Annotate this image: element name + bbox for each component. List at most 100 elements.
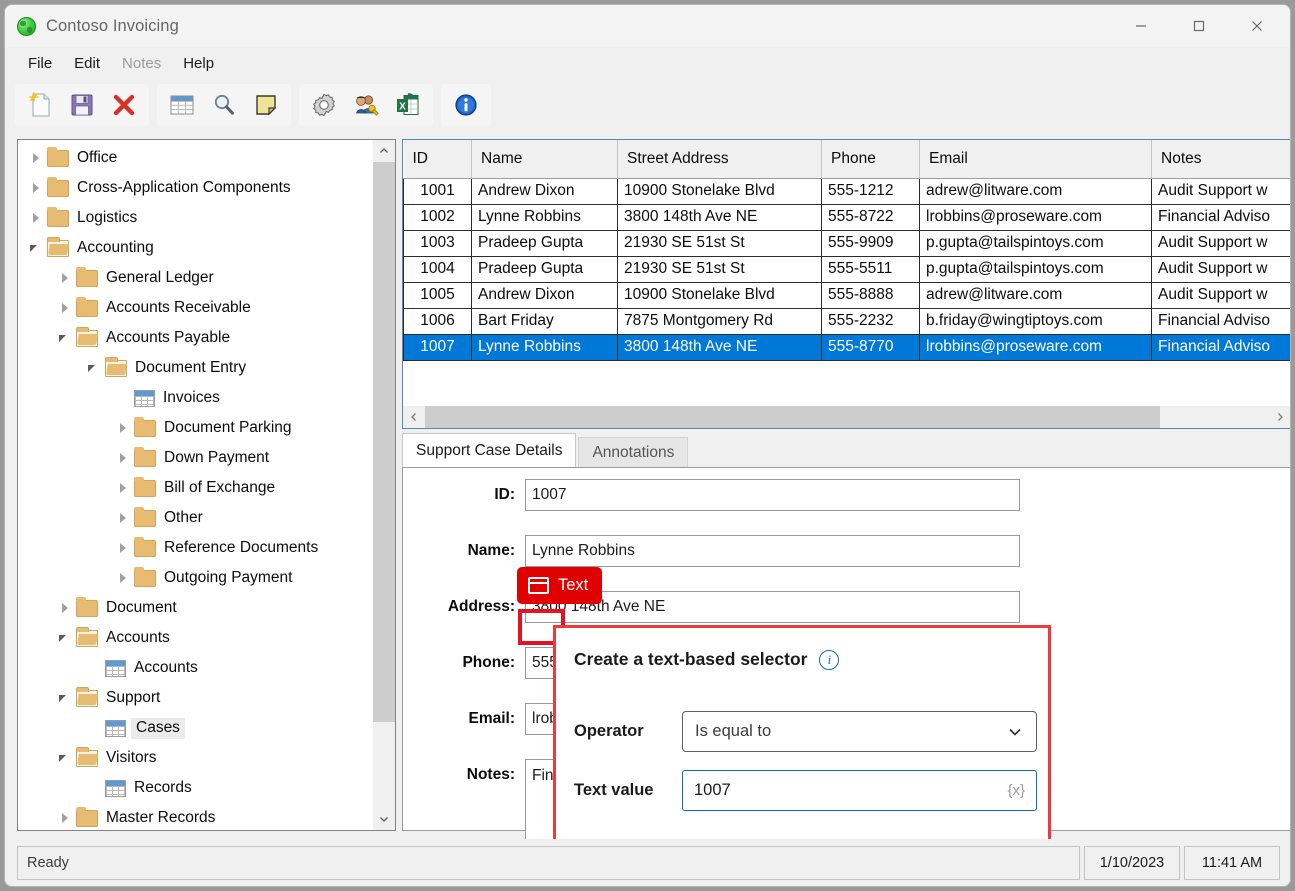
cell-phone[interactable]: 555-9909 bbox=[822, 230, 920, 256]
cell-address[interactable]: 21930 SE 51st St bbox=[618, 256, 822, 282]
tree-twisty-icon[interactable] bbox=[28, 180, 44, 196]
table-row[interactable]: 1001Andrew Dixon10900 Stonelake Blvd555-… bbox=[404, 178, 1292, 204]
tree-item[interactable]: Down Payment bbox=[18, 443, 373, 473]
tab-annotations[interactable]: Annotations bbox=[578, 437, 688, 467]
cell-name[interactable]: Pradeep Gupta bbox=[472, 230, 618, 256]
tree-item[interactable]: Accounting bbox=[18, 233, 373, 263]
menu-edit[interactable]: Edit bbox=[63, 52, 111, 75]
scroll-left-icon[interactable] bbox=[403, 406, 425, 428]
tree-item[interactable]: Cases bbox=[18, 713, 373, 743]
field-input-id[interactable]: 1007 bbox=[525, 479, 1020, 511]
table-row[interactable]: 1004Pradeep Gupta21930 SE 51st St555-551… bbox=[404, 256, 1292, 282]
tree-scroll-thumb[interactable] bbox=[373, 162, 395, 722]
tree-item[interactable]: Invoices bbox=[18, 383, 373, 413]
tree-item[interactable]: Master Records bbox=[18, 803, 373, 831]
cell-id[interactable]: 1002 bbox=[404, 204, 472, 230]
tree-twisty-icon[interactable] bbox=[115, 450, 131, 466]
cell-notes[interactable]: Financial Adviso bbox=[1152, 308, 1292, 334]
scroll-right-icon[interactable] bbox=[1269, 406, 1291, 428]
table-row[interactable]: 1005Andrew Dixon10900 Stonelake Blvd555-… bbox=[404, 282, 1292, 308]
text-capture-badge[interactable]: Text bbox=[517, 567, 602, 604]
cell-email[interactable]: b.friday@wingtiptoys.com bbox=[920, 308, 1152, 334]
tree-vertical-scrollbar[interactable] bbox=[373, 140, 395, 830]
tree-twisty-icon[interactable] bbox=[28, 240, 44, 256]
tree-item[interactable]: Accounts Payable bbox=[18, 323, 373, 353]
cell-notes[interactable]: Audit Support w bbox=[1152, 282, 1292, 308]
cell-name[interactable]: Lynne Robbins bbox=[472, 204, 618, 230]
cell-notes[interactable]: Audit Support w bbox=[1152, 256, 1292, 282]
tree-item[interactable]: Visitors bbox=[18, 743, 373, 773]
cell-phone[interactable]: 555-2232 bbox=[822, 308, 920, 334]
tree-item[interactable]: Accounts Receivable bbox=[18, 293, 373, 323]
column-header[interactable]: ID bbox=[404, 140, 472, 178]
cell-phone[interactable]: 555-8888 bbox=[822, 282, 920, 308]
tree-twisty-icon[interactable] bbox=[57, 330, 73, 346]
tree-item[interactable]: Accounts bbox=[18, 653, 373, 683]
cell-email[interactable]: lrobbins@proseware.com bbox=[920, 334, 1152, 360]
cell-name[interactable]: Lynne Robbins bbox=[472, 334, 618, 360]
column-header[interactable]: Email bbox=[920, 140, 1152, 178]
cell-notes[interactable]: Audit Support w bbox=[1152, 230, 1292, 256]
tree-twisty-icon[interactable] bbox=[115, 570, 131, 586]
info-circle-icon[interactable]: i bbox=[819, 650, 839, 670]
close-button[interactable] bbox=[1234, 5, 1280, 47]
cell-email[interactable]: adrew@litware.com bbox=[920, 178, 1152, 204]
tree-item[interactable]: Document bbox=[18, 593, 373, 623]
tree-twisty-icon[interactable] bbox=[57, 810, 73, 826]
column-header[interactable]: Name bbox=[472, 140, 618, 178]
cell-id[interactable]: 1003 bbox=[404, 230, 472, 256]
tree-item[interactable]: Bill of Exchange bbox=[18, 473, 373, 503]
tree-item[interactable]: Accounts bbox=[18, 623, 373, 653]
tree-twisty-icon[interactable] bbox=[57, 750, 73, 766]
tree-item[interactable]: Office bbox=[18, 143, 373, 173]
tree-item[interactable]: Logistics bbox=[18, 203, 373, 233]
tree-twisty-icon[interactable] bbox=[57, 300, 73, 316]
tree-item[interactable]: Document Parking bbox=[18, 413, 373, 443]
cell-phone[interactable]: 555-5511 bbox=[822, 256, 920, 282]
cell-address[interactable]: 10900 Stonelake Blvd bbox=[618, 282, 822, 308]
cell-address[interactable]: 10900 Stonelake Blvd bbox=[618, 178, 822, 204]
cell-notes[interactable]: Financial Adviso bbox=[1152, 204, 1292, 230]
table-row[interactable]: 1007Lynne Robbins3800 148th Ave NE555-87… bbox=[404, 334, 1292, 360]
tree-twisty-icon[interactable] bbox=[86, 360, 102, 376]
cell-email[interactable]: p.gupta@tailspintoys.com bbox=[920, 230, 1152, 256]
minimize-button[interactable] bbox=[1118, 5, 1164, 47]
tree-twisty-icon[interactable] bbox=[28, 210, 44, 226]
table-icon[interactable] bbox=[161, 86, 203, 124]
cell-address[interactable]: 3800 148th Ave NE bbox=[618, 204, 822, 230]
tree-item[interactable]: Cross-Application Components bbox=[18, 173, 373, 203]
scroll-up-icon[interactable] bbox=[373, 140, 395, 162]
tree-twisty-icon[interactable] bbox=[115, 510, 131, 526]
tab-support-case-details[interactable]: Support Case Details bbox=[402, 433, 576, 467]
tree-twisty-icon[interactable] bbox=[115, 480, 131, 496]
cell-name[interactable]: Andrew Dixon bbox=[472, 178, 618, 204]
tree-item[interactable]: Reference Documents bbox=[18, 533, 373, 563]
variable-token-icon[interactable]: {x} bbox=[1007, 782, 1025, 799]
column-header[interactable]: Notes bbox=[1152, 140, 1292, 178]
users-permissions-icon[interactable] bbox=[345, 86, 387, 124]
column-header[interactable]: Street Address bbox=[618, 140, 822, 178]
cell-phone[interactable]: 555-8722 bbox=[822, 204, 920, 230]
field-input-name[interactable]: Lynne Robbins bbox=[525, 535, 1020, 567]
cell-notes[interactable]: Audit Support w bbox=[1152, 178, 1292, 204]
tree-twisty-icon[interactable] bbox=[115, 540, 131, 556]
tree-twisty-icon[interactable] bbox=[57, 600, 73, 616]
cell-address[interactable]: 3800 148th Ave NE bbox=[618, 334, 822, 360]
tree-item[interactable]: Other bbox=[18, 503, 373, 533]
cell-address[interactable]: 21930 SE 51st St bbox=[618, 230, 822, 256]
table-row[interactable]: 1003Pradeep Gupta21930 SE 51st St555-990… bbox=[404, 230, 1292, 256]
cell-id[interactable]: 1005 bbox=[404, 282, 472, 308]
cell-id[interactable]: 1007 bbox=[404, 334, 472, 360]
delete-icon[interactable] bbox=[103, 86, 145, 124]
menu-help[interactable]: Help bbox=[172, 52, 225, 75]
tree-twisty-icon[interactable] bbox=[28, 150, 44, 166]
maximize-button[interactable] bbox=[1176, 5, 1222, 47]
cell-email[interactable]: adrew@litware.com bbox=[920, 282, 1152, 308]
table-row[interactable]: 1006Bart Friday7875 Montgomery Rd555-223… bbox=[404, 308, 1292, 334]
scroll-down-icon[interactable] bbox=[373, 808, 395, 830]
cell-address[interactable]: 7875 Montgomery Rd bbox=[618, 308, 822, 334]
tree-item[interactable]: Support bbox=[18, 683, 373, 713]
tree-twisty-icon[interactable] bbox=[57, 270, 73, 286]
settings-gear-icon[interactable] bbox=[303, 86, 345, 124]
tree-twisty-icon[interactable] bbox=[57, 690, 73, 706]
